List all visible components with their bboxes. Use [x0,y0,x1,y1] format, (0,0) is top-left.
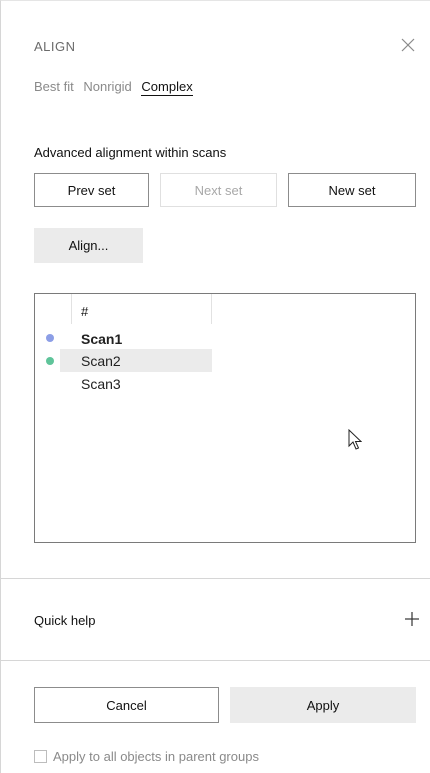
prev-set-button[interactable]: Prev set [34,173,149,207]
list-item-label: Scan2 [81,352,121,369]
list-item-scan3[interactable]: Scan3 [60,372,212,395]
tab-nonrigid[interactable]: Nonrigid [83,79,131,94]
plus-icon[interactable] [404,611,420,627]
close-icon[interactable] [400,37,416,53]
cancel-button[interactable]: Cancel [34,687,219,723]
list-header: # [81,304,89,319]
section-subtitle: Advanced alignment within scans [34,145,227,160]
column-separator [71,294,72,324]
section-divider [1,660,430,661]
tab-complex[interactable]: Complex [141,79,193,96]
scan2-color-dot [46,357,54,365]
list-item-scan2[interactable]: Scan2 [60,349,212,372]
column-separator [211,294,212,324]
list-item-label: Scan3 [81,375,121,392]
tab-best-fit[interactable]: Best fit [34,79,74,94]
align-button[interactable]: Align... [34,228,143,263]
scan1-color-dot [46,334,54,342]
mouse-pointer-icon [348,429,362,450]
list-item-label: Scan1 [81,330,123,347]
apply-to-groups-label: Apply to all objects in parent groups [53,749,259,764]
apply-to-groups-checkbox[interactable] [34,750,47,763]
apply-to-groups-option[interactable]: Apply to all objects in parent groups [34,749,259,764]
panel-title: ALIGN [34,39,76,54]
align-panel: ALIGN Best fit Nonrigid Complex Advanced… [0,0,430,773]
apply-button[interactable]: Apply [230,687,416,723]
scan-list[interactable]: # Scan1 Scan2 Scan3 [34,293,416,543]
align-tabs: Best fit Nonrigid Complex [34,79,199,96]
section-divider [1,578,430,579]
new-set-button[interactable]: New set [288,173,416,207]
list-item-scan1[interactable]: Scan1 [60,327,212,350]
quick-help-label[interactable]: Quick help [34,613,95,628]
next-set-button: Next set [160,173,277,207]
